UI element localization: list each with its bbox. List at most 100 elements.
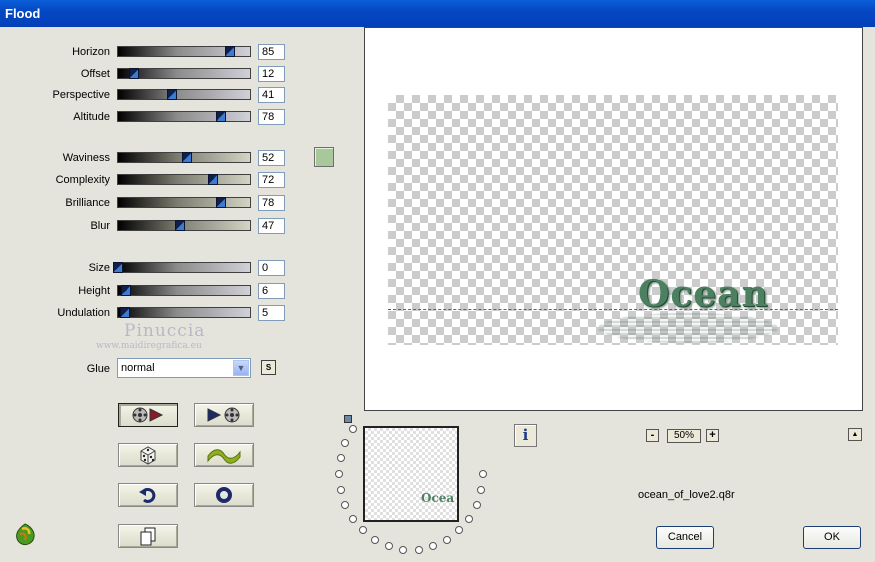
blur-slider[interactable]: [117, 220, 251, 231]
slider-row-size: Size 0: [0, 260, 290, 276]
slider-row-height: Height 6: [0, 283, 290, 299]
size-value-field[interactable]: 0: [258, 260, 285, 276]
perspective-value-field[interactable]: 41: [258, 87, 285, 103]
slider-thumb[interactable]: [119, 307, 130, 318]
color-swatch-button[interactable]: [314, 147, 334, 167]
glue-select[interactable]: normal ▼: [117, 358, 251, 378]
ok-button[interactable]: OK: [803, 526, 861, 549]
slider-label: Blur: [90, 220, 110, 232]
glue-label: Glue: [86, 363, 110, 375]
ring-dot: [371, 535, 379, 544]
ring-dot: [399, 545, 408, 554]
slider-row-horizon: Horizon 85: [0, 44, 290, 60]
ring-dot: [336, 485, 345, 494]
slider-thumb[interactable]: [175, 220, 186, 231]
slider-label: Waviness: [62, 152, 110, 164]
slider-row-undulation: Undulation 5: [0, 305, 290, 321]
ring-icon: [216, 487, 232, 503]
ring-dot: [455, 526, 464, 535]
zoom-out-button[interactable]: -: [646, 429, 659, 442]
height-value-field[interactable]: 6: [258, 283, 285, 299]
slider-thumb[interactable]: [128, 68, 139, 79]
randomize-button[interactable]: [118, 443, 178, 467]
slider-row-waviness: Waviness 52: [0, 150, 290, 166]
altitude-slider[interactable]: [117, 111, 251, 122]
waviness-slider[interactable]: [117, 152, 251, 163]
slider-label: Height: [78, 285, 110, 297]
preset-filename: ocean_of_love2.q8r: [638, 489, 735, 501]
slider-thumb[interactable]: [113, 262, 123, 273]
ring-dot: [348, 425, 357, 434]
height-slider[interactable]: [117, 285, 251, 296]
ocean-reflection: [598, 313, 778, 343]
slider-label: Perspective: [52, 89, 110, 101]
slider-thumb[interactable]: [215, 197, 226, 208]
collapse-up-button[interactable]: ▲: [848, 428, 862, 441]
brilliance-slider[interactable]: [117, 197, 251, 208]
undulation-value-field[interactable]: 5: [258, 305, 285, 321]
size-slider[interactable]: [113, 262, 251, 273]
slider-thumb[interactable]: [167, 89, 178, 100]
ring-dot: [465, 514, 474, 523]
preview-ocean-text: Ocean: [638, 273, 769, 315]
reset-button[interactable]: [194, 483, 254, 507]
slider-label: Horizon: [72, 46, 110, 58]
ring-dot: [414, 545, 423, 554]
slider-row-offset: Offset 12: [0, 66, 290, 82]
slider-row-perspective: Perspective 41: [0, 87, 290, 103]
ring-dot: [429, 542, 438, 551]
slider-label: Undulation: [57, 307, 110, 319]
zoom-level: 50%: [667, 429, 701, 443]
complexity-slider[interactable]: [117, 174, 251, 185]
slider-row-complexity: Complexity 72: [0, 172, 290, 188]
slider-row-blur: Blur 47: [0, 218, 290, 234]
glue-select-value: normal: [121, 362, 155, 374]
navigator-handle[interactable]: [344, 415, 352, 423]
ring-dot: [384, 542, 393, 551]
slider-thumb[interactable]: [120, 285, 131, 296]
zoom-in-button[interactable]: +: [706, 429, 719, 442]
ring-dot: [358, 526, 367, 535]
play-forward-button[interactable]: [194, 403, 254, 427]
horizon-slider[interactable]: [117, 46, 251, 57]
undulation-slider[interactable]: [117, 307, 251, 318]
s-button[interactable]: S: [261, 360, 276, 375]
navigator-thumbnail[interactable]: Ocea: [363, 426, 459, 522]
play-backward-button[interactable]: [118, 403, 178, 427]
slider-thumb[interactable]: [208, 174, 219, 185]
watermark-name: Pinuccia: [124, 321, 206, 341]
slider-row-brilliance: Brilliance 78: [0, 195, 290, 211]
waviness-value-field[interactable]: 52: [258, 150, 285, 166]
wave-icon: [207, 449, 241, 464]
complexity-value-field[interactable]: 72: [258, 172, 285, 188]
wave-button[interactable]: [194, 443, 254, 467]
copy-button[interactable]: [118, 524, 178, 548]
play-film-reel-icon: [207, 407, 240, 423]
altitude-value-field[interactable]: 78: [258, 109, 285, 125]
info-button[interactable]: i: [514, 424, 537, 447]
slider-label: Complexity: [55, 174, 110, 186]
watermark-url: www.maidiregrafica.eu: [96, 341, 202, 351]
slider-thumb[interactable]: [215, 111, 226, 122]
brilliance-value-field[interactable]: 78: [258, 195, 285, 211]
undo-button[interactable]: [118, 483, 178, 507]
ring-dot: [472, 500, 481, 509]
slider-label: Size: [88, 262, 110, 274]
preview-canvas[interactable]: Ocean: [388, 95, 838, 345]
slider-thumb[interactable]: [181, 152, 192, 163]
ring-dot: [443, 535, 451, 544]
horizon-value-field[interactable]: 85: [258, 44, 285, 60]
perspective-slider[interactable]: [117, 89, 251, 100]
offset-slider[interactable]: [117, 68, 251, 79]
slider-label: Brilliance: [65, 197, 110, 209]
cancel-button[interactable]: Cancel: [656, 526, 714, 549]
slider-thumb[interactable]: [225, 46, 236, 57]
ring-dot: [335, 470, 343, 478]
preview-panel[interactable]: Ocean: [364, 27, 863, 411]
offset-value-field[interactable]: 12: [258, 66, 285, 82]
ring-dot: [479, 470, 487, 478]
horizon-line[interactable]: [388, 309, 838, 310]
blur-value-field[interactable]: 47: [258, 218, 285, 234]
ring-dot: [341, 439, 350, 448]
chevron-down-icon[interactable]: ▼: [233, 360, 249, 376]
